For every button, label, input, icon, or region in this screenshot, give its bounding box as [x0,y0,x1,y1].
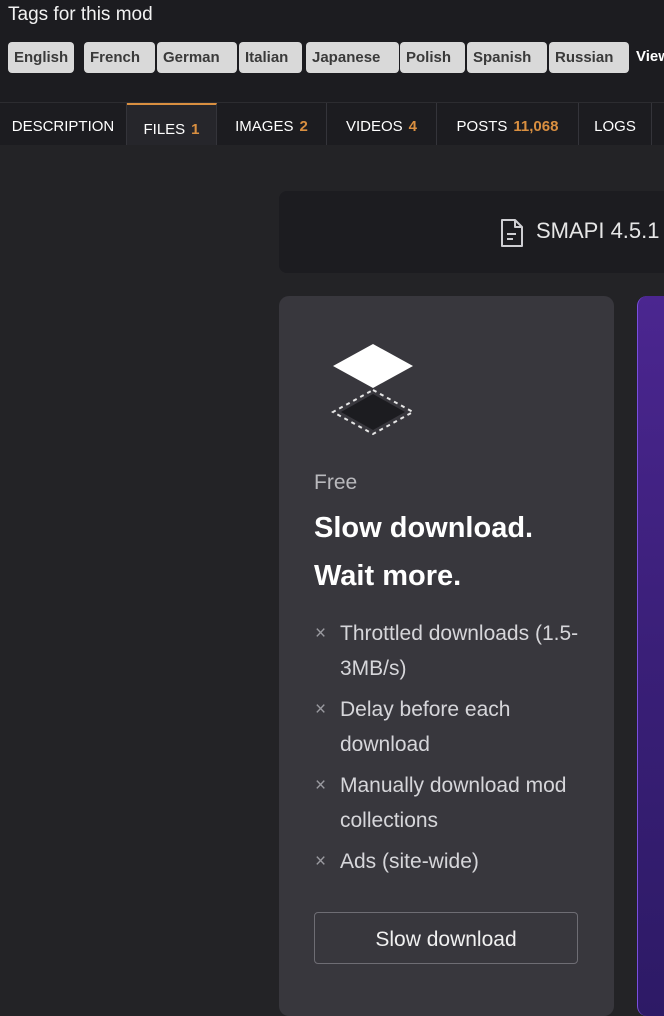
tag-japanese[interactable]: Japanese [306,42,399,73]
feature-text: Manually download mod collections [340,774,567,832]
tab-description[interactable]: DESCRIPTION [0,103,127,145]
tag-english[interactable]: English [8,42,74,73]
tab-label: POSTS [456,118,508,135]
tab-count: 1 [191,121,200,138]
tag-spanish[interactable]: Spanish [467,42,547,73]
file-name: SMAPI 4.5.1 ( [536,218,664,243]
tab-files[interactable]: FILES 1 [127,103,217,145]
mod-tabs: DESCRIPTION FILES 1 IMAGES 2 VIDEOS 4 POSTS… [0,102,664,145]
file-header: SMAPI 4.5.1 ( [279,191,664,273]
tab-label: DESCRIPTION [11,118,115,135]
feature-item: × Throttled downloads (1.5-3MB/s) [315,616,585,686]
feature-item: × Ads (site-wide) [315,844,585,879]
tab-images[interactable]: IMAGES 2 [217,103,327,145]
tab-count: 2 [299,118,308,135]
cross-icon: × [315,623,327,644]
free-plan-card: Free Slow download. Wait more. × Throttl… [279,296,614,1016]
feature-text: Ads (site-wide) [340,850,479,873]
premium-plan-card [637,296,664,1016]
tags-title: Tags for this mod [8,4,153,25]
tag-french[interactable]: French [84,42,155,73]
view-all-tags-link[interactable]: View [636,48,664,65]
tag-polish[interactable]: Polish [400,42,465,73]
feature-list: × Throttled downloads (1.5-3MB/s) × Dela… [315,616,585,885]
tab-videos[interactable]: VIDEOS 4 [327,103,437,145]
plan-title-line: Wait more. [314,560,462,592]
feature-text: Throttled downloads (1.5-3MB/s) [340,622,579,680]
tab-label: IMAGES [235,118,294,135]
tags-section: Tags for this mod English French German … [0,0,664,102]
feature-item: × Manually download mod collections [315,768,585,838]
tab-label: LOGS [594,118,636,135]
document-icon [499,218,525,253]
tab-label: VIDEOS [345,118,403,135]
tab-count: 4 [408,118,418,135]
tag-german[interactable]: German [157,42,237,73]
tab-logs[interactable]: LOGS [579,103,652,145]
tab-label: FILES [143,121,186,138]
tag-italian[interactable]: Italian [239,42,302,73]
cross-icon: × [315,699,327,720]
slow-download-button[interactable]: Slow download [314,912,578,964]
cross-icon: × [315,775,327,796]
layers-icon [330,342,416,441]
plan-title: Slow download. Wait more. [314,504,594,600]
tab-count: 11,068 [513,118,559,135]
plan-title-line: Slow download. [314,512,534,544]
cross-icon: × [315,851,327,872]
tag-russian[interactable]: Russian [549,42,629,73]
plan-label: Free [314,471,358,494]
tab-posts[interactable]: POSTS 11,068 [437,103,579,145]
feature-item: × Delay before each download [315,692,585,762]
feature-text: Delay before each download [340,698,511,756]
